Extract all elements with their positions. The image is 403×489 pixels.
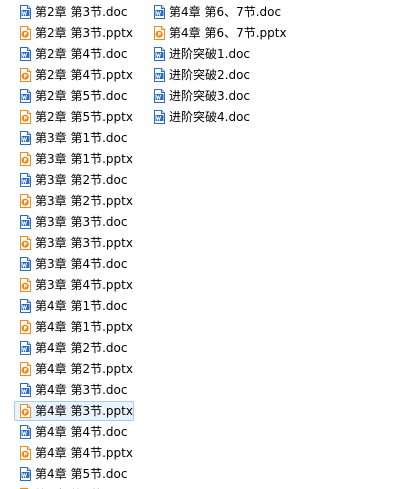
file-name: 进阶突破4.doc: [169, 110, 251, 124]
file-name: 第2章 第4节.pptx: [35, 68, 133, 82]
file-name: 进阶突破3.doc: [169, 89, 251, 103]
file-name: 第4章 第6、7节.doc: [169, 5, 282, 19]
powerpoint-icon: [152, 26, 166, 40]
file-name: 第4章 第3节.doc: [35, 383, 128, 397]
file-item[interactable]: 第2章 第3节.doc: [14, 2, 134, 22]
file-item[interactable]: 第4章 第5节.pptx: [14, 485, 134, 489]
word-doc-icon: [18, 257, 32, 271]
powerpoint-icon: [18, 152, 32, 166]
file-name: 第3章 第1节.pptx: [35, 152, 133, 166]
word-doc-icon: [18, 341, 32, 355]
file-item[interactable]: 第3章 第2节.doc: [14, 170, 134, 190]
word-doc-icon: [18, 215, 32, 229]
file-item[interactable]: 第4章 第1节.pptx: [14, 317, 134, 337]
file-name: 第3章 第3节.pptx: [35, 236, 133, 250]
powerpoint-icon: [18, 110, 32, 124]
file-name: 第3章 第4节.doc: [35, 257, 128, 271]
word-doc-icon: [152, 68, 166, 82]
file-name: 第4章 第2节.pptx: [35, 362, 133, 376]
file-name: 第3章 第3节.doc: [35, 215, 128, 229]
file-item[interactable]: 第3章 第4节.pptx: [14, 275, 134, 295]
file-item[interactable]: 第4章 第3节.doc: [14, 380, 134, 400]
file-name: 进阶突破1.doc: [169, 47, 251, 61]
file-item[interactable]: 第4章 第4节.pptx: [14, 443, 134, 463]
file-item[interactable]: 第4章 第2节.pptx: [14, 359, 134, 379]
file-name: 第4章 第3节.pptx: [35, 404, 133, 418]
powerpoint-icon: [18, 362, 32, 376]
file-item[interactable]: 进阶突破3.doc: [148, 86, 288, 106]
file-item[interactable]: 第3章 第3节.pptx: [14, 233, 134, 253]
file-item[interactable]: 第4章 第4节.doc: [14, 422, 134, 442]
file-name: 进阶突破2.doc: [169, 68, 251, 82]
file-item[interactable]: 第2章 第3节.pptx: [14, 23, 134, 43]
file-name: 第4章 第4节.doc: [35, 425, 128, 439]
file-name: 第3章 第1节.doc: [35, 131, 128, 145]
word-doc-icon: [152, 89, 166, 103]
powerpoint-icon: [18, 68, 32, 82]
word-doc-icon: [18, 47, 32, 61]
word-doc-icon: [152, 110, 166, 124]
powerpoint-icon: [18, 446, 32, 460]
word-doc-icon: [18, 467, 32, 481]
file-item[interactable]: 第2章 第4节.doc: [14, 44, 134, 64]
file-name: 第3章 第2节.pptx: [35, 194, 133, 208]
file-item[interactable]: 第2章 第5节.pptx: [14, 107, 134, 127]
file-name: 第4章 第1节.doc: [35, 299, 128, 313]
file-item[interactable]: 第4章 第2节.doc: [14, 338, 134, 358]
file-item[interactable]: 进阶突破2.doc: [148, 65, 288, 85]
word-doc-icon: [18, 383, 32, 397]
file-name: 第3章 第2节.doc: [35, 173, 128, 187]
file-name: 第3章 第4节.pptx: [35, 278, 133, 292]
file-item[interactable]: 第3章 第1节.doc: [14, 128, 134, 148]
powerpoint-icon: [18, 278, 32, 292]
file-name: 第4章 第1节.pptx: [35, 320, 133, 334]
file-name: 第4章 第5节.doc: [35, 467, 128, 481]
word-doc-icon: [152, 5, 166, 19]
file-item[interactable]: 第3章 第4节.doc: [14, 254, 134, 274]
file-name: 第4章 第4节.pptx: [35, 446, 133, 460]
file-name: 第2章 第4节.doc: [35, 47, 128, 61]
file-name: 第2章 第3节.doc: [35, 5, 128, 19]
powerpoint-icon: [18, 404, 32, 418]
file-name: 第2章 第5节.pptx: [35, 110, 133, 124]
file-name: 第2章 第3节.pptx: [35, 26, 133, 40]
file-name: 第4章 第2节.doc: [35, 341, 128, 355]
powerpoint-icon: [18, 194, 32, 208]
file-item[interactable]: 第3章 第3节.doc: [14, 212, 134, 232]
word-doc-icon: [152, 47, 166, 61]
file-item[interactable]: 第4章 第6、7节.doc: [148, 2, 288, 22]
file-name: 第2章 第5节.doc: [35, 89, 128, 103]
file-item[interactable]: 第4章 第6、7节.pptx: [148, 23, 288, 43]
file-item[interactable]: 第4章 第3节.pptx: [14, 401, 134, 421]
file-item[interactable]: 进阶突破1.doc: [148, 44, 288, 64]
file-list: 第2章 第3节.doc 第2章 第3节.pptx 第2章 第4节.doc 第2章 第4…: [0, 0, 403, 489]
word-doc-icon: [18, 89, 32, 103]
word-doc-icon: [18, 299, 32, 313]
powerpoint-icon: [18, 26, 32, 40]
word-doc-icon: [18, 173, 32, 187]
file-item[interactable]: 第4章 第1节.doc: [14, 296, 134, 316]
file-item[interactable]: 第3章 第1节.pptx: [14, 149, 134, 169]
powerpoint-icon: [18, 236, 32, 250]
file-name: 第4章 第6、7节.pptx: [169, 26, 287, 40]
word-doc-icon: [18, 5, 32, 19]
word-doc-icon: [18, 425, 32, 439]
powerpoint-icon: [18, 320, 32, 334]
file-item[interactable]: 第3章 第2节.pptx: [14, 191, 134, 211]
file-item[interactable]: 第2章 第4节.pptx: [14, 65, 134, 85]
file-item[interactable]: 第4章 第5节.doc: [14, 464, 134, 484]
file-item[interactable]: 进阶突破4.doc: [148, 107, 288, 127]
word-doc-icon: [18, 131, 32, 145]
file-item[interactable]: 第2章 第5节.doc: [14, 86, 134, 106]
